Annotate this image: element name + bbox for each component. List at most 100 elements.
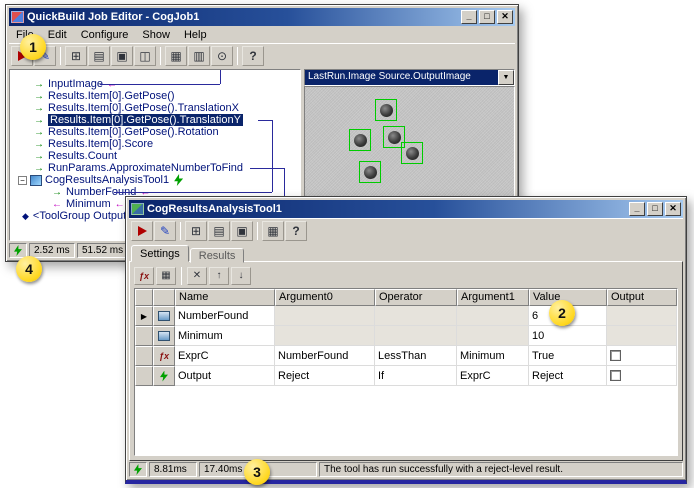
window-icon: ⊞ bbox=[191, 224, 201, 238]
cell-argument1[interactable]: ExprC bbox=[457, 366, 529, 386]
tool-window-title: CogResultsAnalysisTool1 bbox=[147, 203, 626, 215]
cell-value[interactable]: 10 bbox=[529, 326, 607, 346]
close-button[interactable]: ✕ bbox=[497, 10, 513, 24]
open-button[interactable]: ▤ bbox=[88, 46, 110, 66]
electric-run-button[interactable]: ✎ bbox=[154, 221, 176, 241]
play-icon bbox=[138, 226, 147, 236]
save-button[interactable]: ▣ bbox=[231, 221, 253, 241]
cell-output bbox=[607, 326, 677, 346]
collapse-icon[interactable]: − bbox=[18, 176, 27, 185]
tree-item-translationx[interactable]: → Results.Item[0].GetPose().TranslationX bbox=[10, 102, 300, 114]
cell-argument0[interactable]: NumberFound bbox=[275, 346, 375, 366]
tree-item-cogresultsanalysistool1[interactable]: − CogResultsAnalysisTool1 bbox=[10, 174, 300, 186]
desktop: QuickBuild Job Editor - CogJob1 _ □ ✕ Fi… bbox=[0, 0, 694, 488]
fx-icon: ƒx bbox=[139, 271, 149, 281]
copy-button[interactable]: ◫ bbox=[134, 46, 156, 66]
menu-edit[interactable]: Edit bbox=[41, 28, 74, 42]
tree-item-translationy[interactable]: → Results.Item[0].GetPose().TranslationY bbox=[10, 114, 300, 126]
tool-status-message: The tool has run successfully with a rej… bbox=[319, 462, 683, 477]
row-selector[interactable] bbox=[135, 346, 153, 366]
close-button[interactable]: ✕ bbox=[665, 202, 681, 216]
row-selector[interactable] bbox=[135, 326, 153, 346]
menu-show[interactable]: Show bbox=[135, 28, 177, 42]
move-up-button[interactable]: ↑ bbox=[209, 267, 229, 285]
add-expression-button[interactable]: ƒx bbox=[134, 267, 154, 285]
display-image-combobox[interactable]: LastRun.Image Source.OutputImage ▼ bbox=[304, 69, 515, 86]
tree-item-label-selected: Results.Item[0].GetPose().TranslationY bbox=[48, 114, 243, 126]
cell-value[interactable]: True bbox=[529, 346, 607, 366]
cell-value[interactable]: Reject bbox=[529, 366, 607, 386]
grid-icon: ▦ bbox=[161, 270, 170, 281]
combobox-dropdown-button[interactable]: ▼ bbox=[498, 70, 514, 85]
add-terminal-button[interactable]: ▦ bbox=[156, 267, 176, 285]
blob bbox=[388, 131, 401, 144]
output-checkbox[interactable] bbox=[610, 370, 621, 381]
maximize-button[interactable]: □ bbox=[647, 202, 663, 216]
cell-argument1[interactable]: Minimum bbox=[457, 346, 529, 366]
row-selector[interactable]: ▶ bbox=[135, 306, 153, 326]
help-icon: ? bbox=[292, 224, 299, 238]
save-button[interactable]: ▣ bbox=[111, 46, 133, 66]
tree-item-label: Results.Item[0].GetPose().TranslationX bbox=[48, 102, 239, 114]
menu-help[interactable]: Help bbox=[177, 28, 214, 42]
table-icon: ▥ bbox=[193, 49, 204, 63]
menu-configure[interactable]: Configure bbox=[74, 28, 136, 42]
column-header-output: Output bbox=[607, 289, 677, 306]
output-arrow-icon: → bbox=[52, 187, 62, 198]
tree-item-label: Minimum bbox=[66, 198, 111, 210]
tree-item-rotation[interactable]: → Results.Item[0].GetPose().Rotation bbox=[10, 126, 300, 138]
help-button[interactable]: ? bbox=[242, 46, 264, 66]
maximize-button[interactable]: □ bbox=[479, 10, 495, 24]
cell-name[interactable]: Minimum bbox=[175, 326, 275, 346]
cell-name[interactable]: NumberFound bbox=[175, 306, 275, 326]
cell-argument0 bbox=[275, 326, 375, 346]
tab-results[interactable]: Results bbox=[190, 248, 245, 263]
cell-name[interactable]: Output bbox=[175, 366, 275, 386]
input-arrow-icon: ← bbox=[115, 199, 125, 210]
minimize-button[interactable]: _ bbox=[461, 10, 477, 24]
row-selector[interactable] bbox=[135, 366, 153, 386]
grid-button[interactable]: ▦ bbox=[262, 221, 284, 241]
delete-row-button[interactable]: ✕ bbox=[187, 267, 207, 285]
tree-item-resultscount[interactable]: → Results.Count bbox=[10, 150, 300, 162]
run-tool-button[interactable] bbox=[131, 221, 153, 241]
folder-icon: ▤ bbox=[93, 49, 104, 63]
run-status-icon bbox=[134, 464, 142, 475]
annotation-badge-3: 3 bbox=[244, 459, 270, 485]
new-window-button[interactable]: ⊞ bbox=[65, 46, 87, 66]
fx-icon: ƒx bbox=[159, 351, 169, 361]
quickbuild-app-icon bbox=[11, 11, 24, 23]
cell-name[interactable]: ExprC bbox=[175, 346, 275, 366]
table-view-button[interactable]: ▥ bbox=[188, 46, 210, 66]
found-blob-box bbox=[359, 161, 381, 183]
current-row-icon: ▶ bbox=[141, 312, 147, 321]
main-toolbar: ✎ ⊞ ▤ ▣ ◫ ▦ ▥ ⊙ ? bbox=[9, 43, 515, 68]
output-arrow-icon: → bbox=[34, 139, 44, 150]
move-down-button[interactable]: ↓ bbox=[231, 267, 251, 285]
chevron-down-icon: ▼ bbox=[503, 74, 510, 81]
column-header-argument0: Argument0 bbox=[275, 289, 375, 306]
cell-operator[interactable]: LessThan bbox=[375, 346, 457, 366]
tree-item-label: Results.Count bbox=[48, 150, 117, 162]
grid-view-button[interactable]: ▦ bbox=[165, 46, 187, 66]
tree-item-getpose[interactable]: → Results.Item[0].GetPose() bbox=[10, 90, 300, 102]
cell-operator[interactable]: If bbox=[375, 366, 457, 386]
open-button[interactable]: ▤ bbox=[208, 221, 230, 241]
float-window-button[interactable]: ⊞ bbox=[185, 221, 207, 241]
tree-item-score[interactable]: → Results.Item[0].Score bbox=[10, 138, 300, 150]
help-button[interactable]: ? bbox=[285, 221, 307, 241]
toolbar-separator bbox=[160, 47, 161, 65]
output-checkbox[interactable] bbox=[610, 350, 621, 361]
minimize-button[interactable]: _ bbox=[629, 202, 645, 216]
column-header-operator: Operator bbox=[375, 289, 457, 306]
target-button[interactable]: ⊙ bbox=[211, 46, 233, 66]
tool-icon bbox=[30, 175, 42, 186]
tool-titlebar[interactable]: CogResultsAnalysisTool1 _ □ ✕ bbox=[129, 200, 683, 218]
help-icon: ? bbox=[249, 49, 256, 63]
tab-settings[interactable]: Settings bbox=[131, 245, 189, 262]
quickbuild-titlebar[interactable]: QuickBuild Job Editor - CogJob1 _ □ ✕ bbox=[9, 8, 515, 26]
wire bbox=[114, 192, 272, 193]
cell-argument0[interactable]: Reject bbox=[275, 366, 375, 386]
output-arrow-icon: → bbox=[34, 151, 44, 162]
blob bbox=[380, 104, 393, 117]
